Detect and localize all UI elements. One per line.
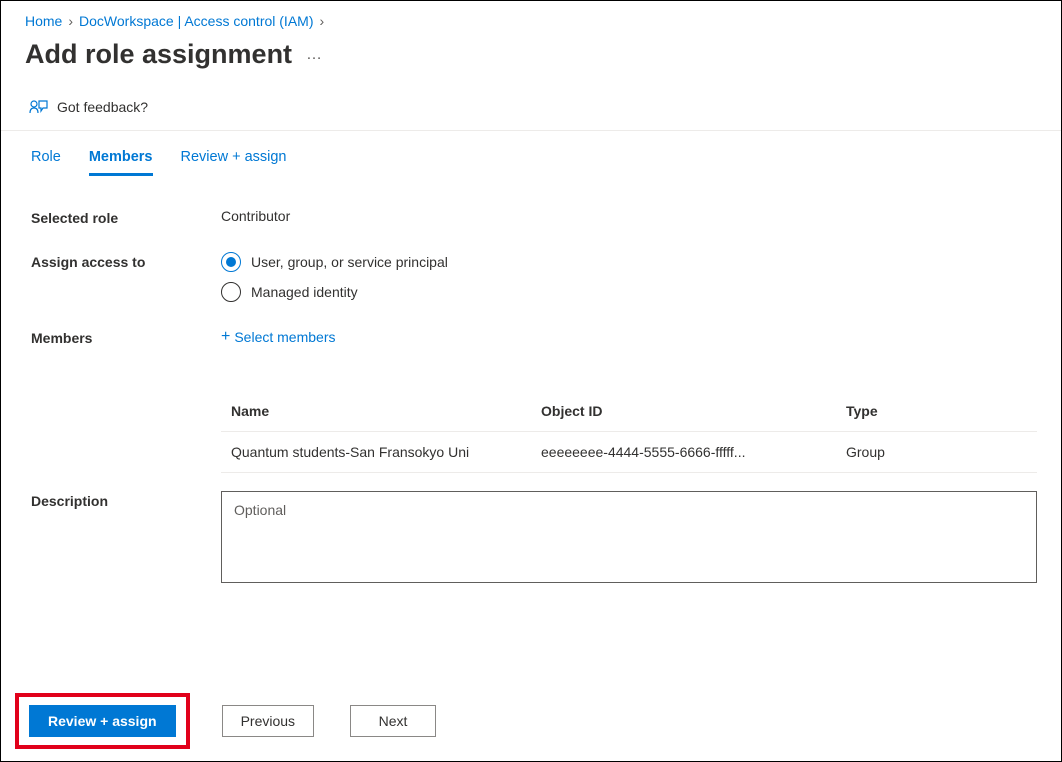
selected-role-value: Contributor bbox=[221, 208, 1037, 224]
title-row: Add role assignment … bbox=[1, 33, 1061, 88]
radio-managed-label: Managed identity bbox=[251, 284, 358, 300]
tab-review[interactable]: Review + assign bbox=[181, 149, 287, 176]
highlight-annotation: Review + assign bbox=[15, 693, 190, 749]
header-name: Name bbox=[231, 403, 541, 419]
next-button[interactable]: Next bbox=[350, 705, 436, 737]
feedback-link[interactable]: Got feedback? bbox=[1, 88, 1061, 131]
tabs: Role Members Review + assign bbox=[1, 131, 1061, 176]
row-assign-access: Assign access to User, group, or service… bbox=[31, 252, 1037, 302]
members-label: Members bbox=[31, 328, 221, 346]
members-table: Name Object ID Type Quantum students-San… bbox=[221, 391, 1037, 473]
chevron-right-icon: › bbox=[319, 13, 324, 29]
selected-role-label: Selected role bbox=[31, 208, 221, 226]
table-row: Quantum students-San Fransokyo Uni eeeee… bbox=[221, 432, 1037, 472]
feedback-label: Got feedback? bbox=[57, 99, 148, 115]
radio-user-label: User, group, or service principal bbox=[251, 254, 448, 270]
previous-button[interactable]: Previous bbox=[222, 705, 314, 737]
tab-role[interactable]: Role bbox=[31, 149, 61, 176]
assign-access-radio-group: User, group, or service principal Manage… bbox=[221, 252, 1037, 302]
radio-selected-icon bbox=[221, 252, 241, 272]
review-assign-button[interactable]: Review + assign bbox=[29, 705, 176, 737]
cell-objectid: eeeeeeee-4444-5555-6666-fffff... bbox=[541, 444, 846, 460]
header-type: Type bbox=[846, 403, 1027, 419]
assign-access-label: Assign access to bbox=[31, 252, 221, 270]
breadcrumb-workspace[interactable]: DocWorkspace | Access control (IAM) bbox=[79, 13, 313, 29]
breadcrumb: Home › DocWorkspace | Access control (IA… bbox=[1, 1, 1061, 33]
feedback-icon bbox=[29, 98, 49, 116]
breadcrumb-home[interactable]: Home bbox=[25, 13, 62, 29]
plus-icon: + bbox=[221, 329, 230, 345]
row-description: Description bbox=[31, 491, 1037, 586]
row-members: Members + Select members Name Object ID … bbox=[31, 328, 1037, 473]
form-area: Selected role Contributor Assign access … bbox=[1, 208, 1061, 586]
radio-unselected-icon bbox=[221, 282, 241, 302]
more-actions-icon[interactable]: … bbox=[306, 46, 323, 64]
select-members-label: Select members bbox=[234, 329, 335, 345]
select-members-link[interactable]: + Select members bbox=[221, 329, 336, 345]
tab-members[interactable]: Members bbox=[89, 149, 153, 176]
table-header: Name Object ID Type bbox=[221, 391, 1037, 432]
radio-user-group-principal[interactable]: User, group, or service principal bbox=[221, 252, 1037, 272]
cell-type: Group bbox=[846, 444, 1027, 460]
description-input[interactable] bbox=[221, 491, 1037, 583]
description-label: Description bbox=[31, 491, 221, 509]
radio-managed-identity[interactable]: Managed identity bbox=[221, 282, 1037, 302]
chevron-right-icon: › bbox=[68, 13, 73, 29]
header-objectid: Object ID bbox=[541, 403, 846, 419]
page-title: Add role assignment bbox=[25, 39, 292, 70]
footer: Review + assign Previous Next bbox=[15, 693, 1037, 749]
cell-name: Quantum students-San Fransokyo Uni bbox=[231, 444, 541, 460]
row-selected-role: Selected role Contributor bbox=[31, 208, 1037, 226]
